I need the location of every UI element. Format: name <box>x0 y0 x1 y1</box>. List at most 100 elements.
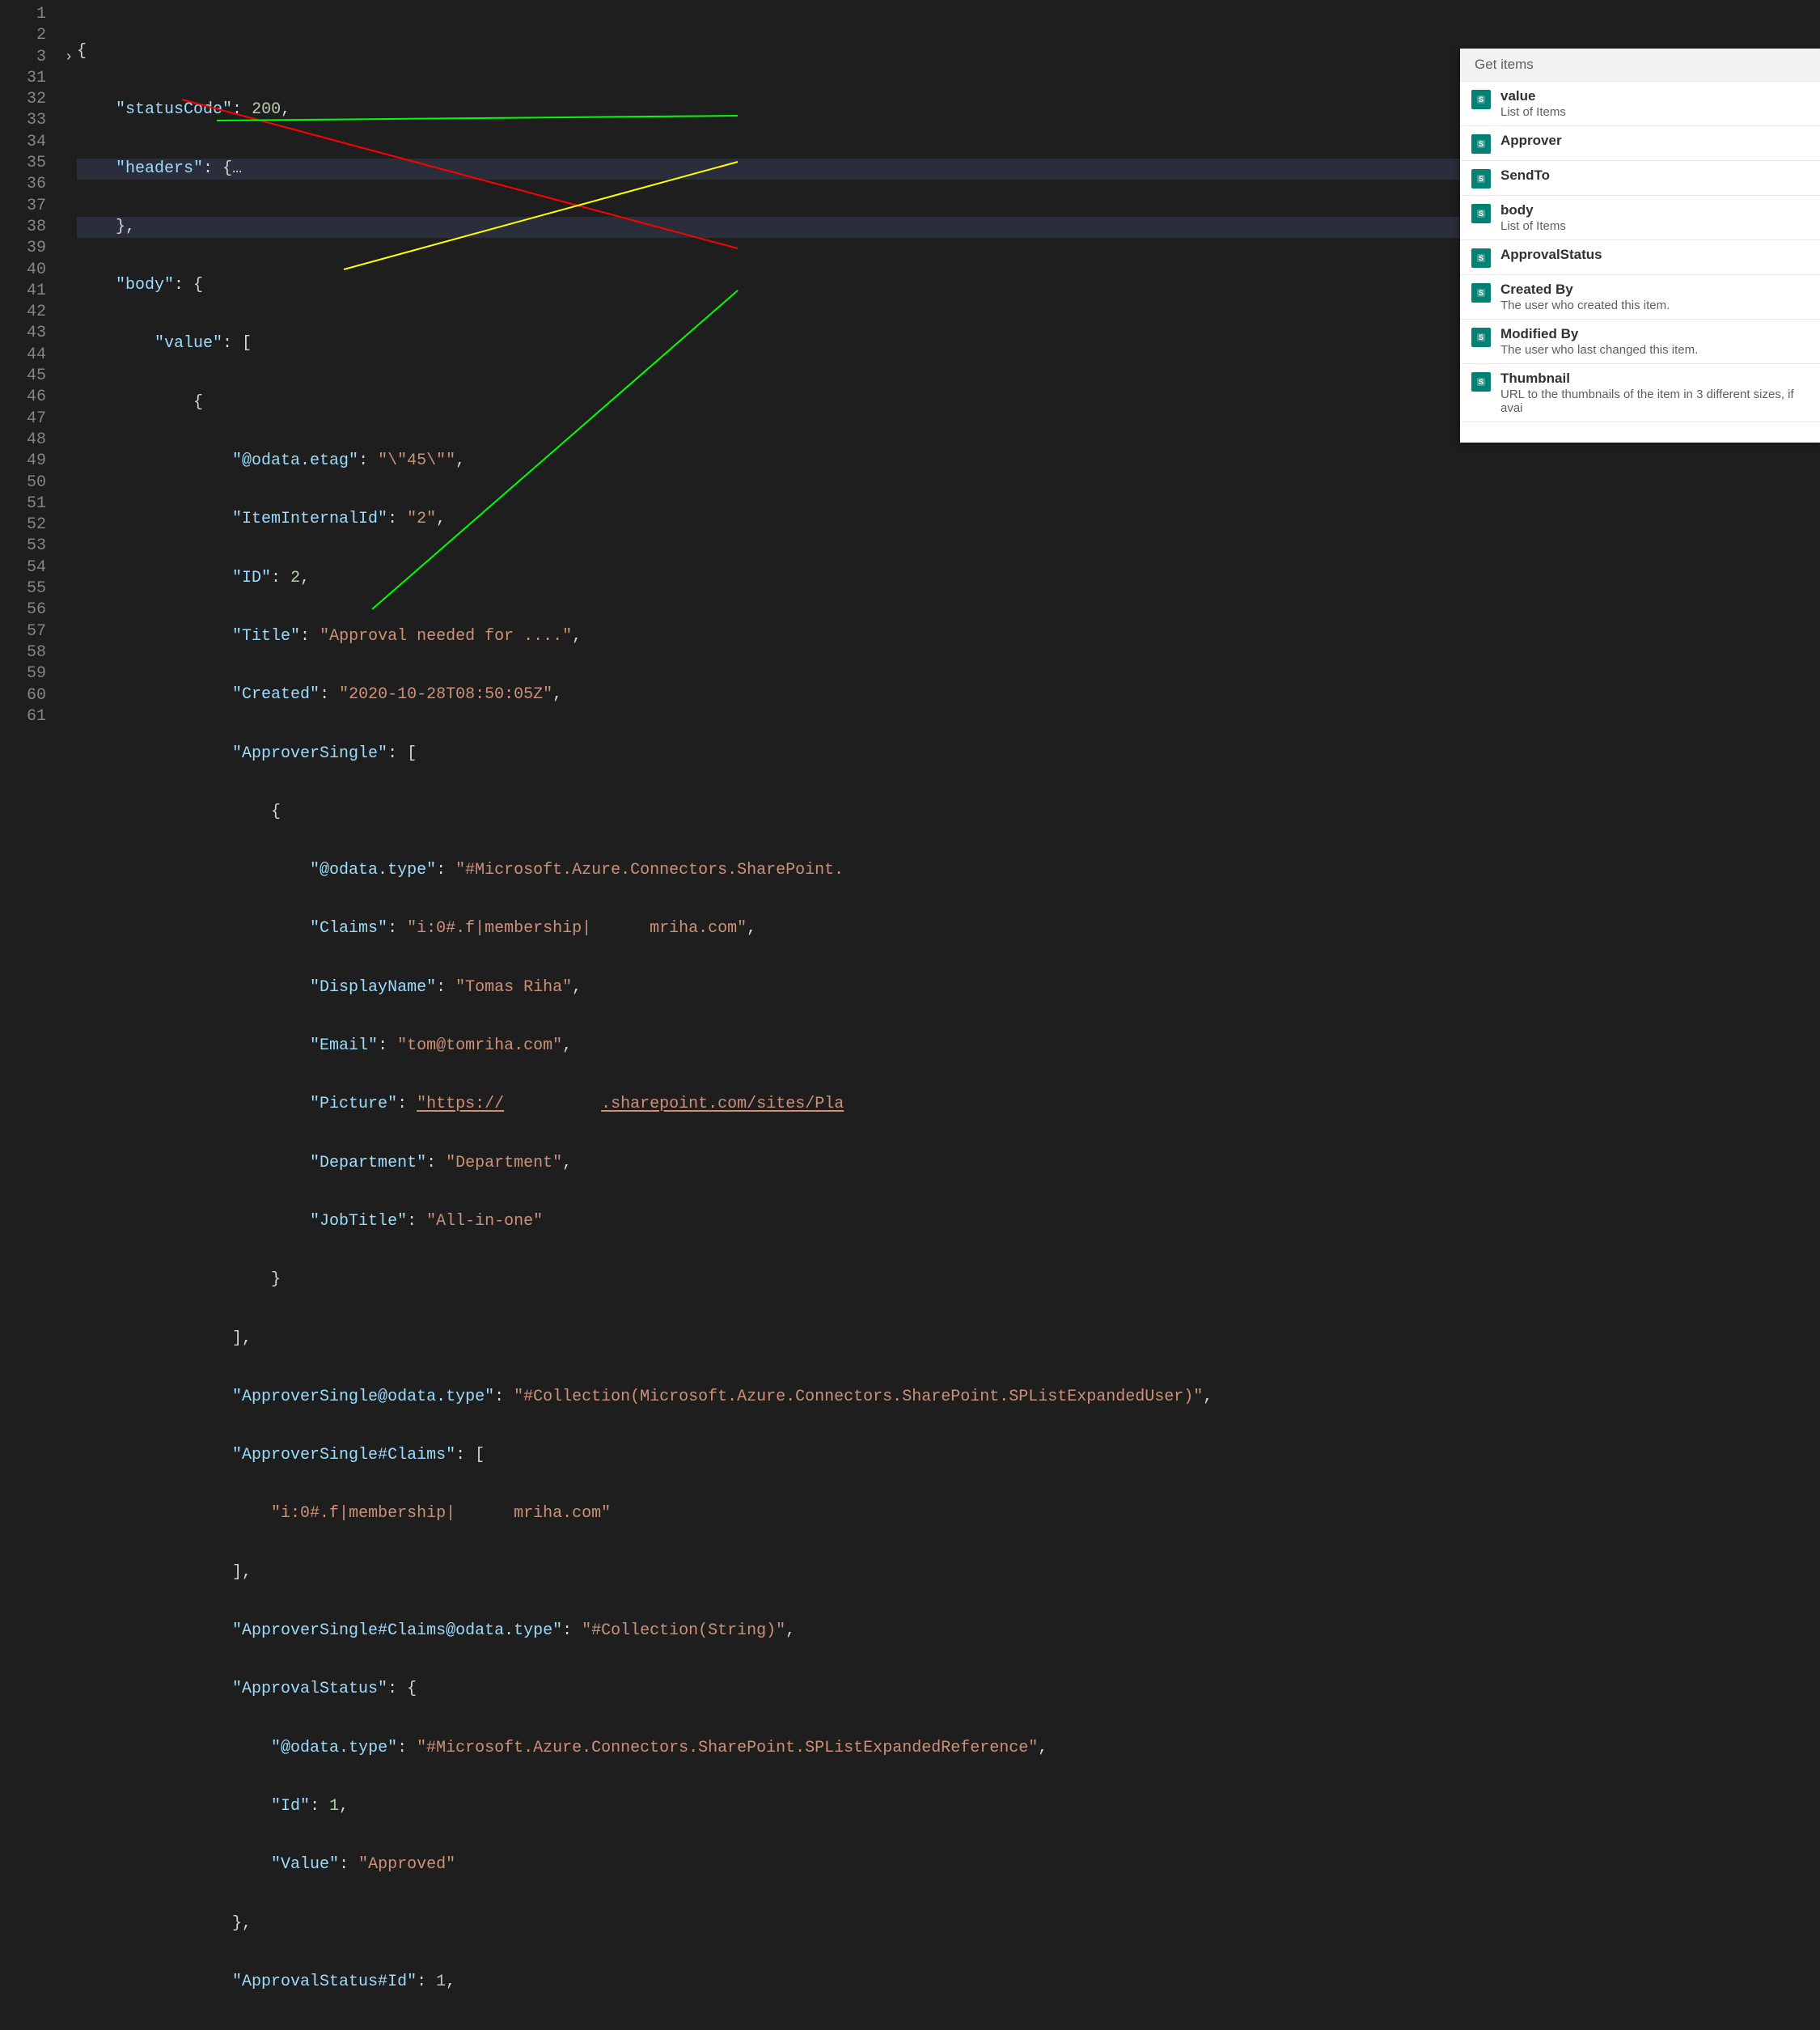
panel-list[interactable]: value List of Items Approver SendTo body… <box>1460 82 1820 422</box>
folded-indicator[interactable]: {… <box>222 159 242 178</box>
code-text: "Claims" <box>310 919 387 938</box>
line-number: 45 <box>0 366 46 387</box>
code-text: "\"45\"" <box>378 451 455 470</box>
line-number: 33 <box>0 110 46 131</box>
code-text: "#Collection(String)" <box>582 1621 785 1640</box>
line-number: 32 <box>0 89 46 110</box>
code-text: "Title" <box>232 627 300 646</box>
panel-item-subtitle: The user who created this item. <box>1500 299 1809 312</box>
line-number: 43 <box>0 323 46 344</box>
panel-item-title: value <box>1500 88 1809 104</box>
panel-header: Get items <box>1460 49 1820 82</box>
code-text: "Tomas Riha" <box>455 978 572 997</box>
line-number: 53 <box>0 536 46 557</box>
line-number: 48 <box>0 430 46 451</box>
code-text: "JobTitle" <box>310 1212 407 1231</box>
code-text: "ItemInternalId" <box>232 510 387 528</box>
sharepoint-icon <box>1471 372 1491 392</box>
code-text: "Picture" <box>310 1095 397 1113</box>
code-text: "Value" <box>271 1855 339 1874</box>
panel-item-sendto[interactable]: SendTo <box>1460 161 1820 196</box>
sharepoint-icon <box>1471 328 1491 347</box>
code-text: "#Microsoft.Azure.Connectors.SharePoint. <box>455 861 844 879</box>
fold-toggle-icon[interactable]: › <box>61 47 77 68</box>
line-number: 44 <box>0 345 46 366</box>
code-text: "statusCode" <box>116 100 232 119</box>
line-number: 50 <box>0 473 46 494</box>
code-text: "Department" <box>310 1154 426 1172</box>
code-link[interactable]: .sharepoint.com/sites/Pla <box>601 1095 844 1113</box>
line-number: 37 <box>0 196 46 217</box>
code-text: "2" <box>407 510 436 528</box>
code-text: "DisplayName" <box>310 978 436 997</box>
code-text: "ApproverSingle#Claims@odata.type" <box>232 1621 562 1640</box>
code-text: "i:0#.f|membership| mriha.com" <box>407 919 747 938</box>
code-text: "ApproverSingle" <box>232 744 387 763</box>
code-text: "Approved" <box>358 1855 455 1874</box>
panel-item-value[interactable]: value List of Items <box>1460 82 1820 126</box>
code-link[interactable]: "https:// <box>417 1095 504 1113</box>
line-number: 61 <box>0 706 46 727</box>
code-text: "value" <box>154 334 222 353</box>
line-number: 34 <box>0 132 46 153</box>
panel-item-body[interactable]: body List of Items <box>1460 196 1820 240</box>
panel-item-title: SendTo <box>1500 167 1809 184</box>
code-text: "headers" <box>116 159 203 178</box>
line-number: 49 <box>0 451 46 472</box>
code-text: "Department" <box>446 1154 562 1172</box>
line-number: 60 <box>0 685 46 706</box>
line-number-gutter: 1 2 3 31 32 33 34 35 36 37 38 39 40 41 4… <box>0 0 61 1191</box>
code-text: { <box>77 42 87 61</box>
code-text: "tom@tomriha.com" <box>397 1036 562 1055</box>
line-number: 54 <box>0 557 46 578</box>
code-text: "Created" <box>232 685 320 704</box>
code-text: 1 <box>329 1797 339 1816</box>
dynamic-content-panel[interactable]: Get items value List of Items Approver S… <box>1460 49 1820 443</box>
code-text: "#Microsoft.Azure.Connectors.SharePoint.… <box>417 1739 1038 1757</box>
sharepoint-icon <box>1471 283 1491 303</box>
line-number: 31 <box>0 68 46 89</box>
code-text: 200 <box>252 100 281 119</box>
panel-item-createdby[interactable]: Created By The user who created this ite… <box>1460 275 1820 320</box>
code-text: "ApprovalStatus" <box>232 1680 387 1698</box>
panel-item-title: body <box>1500 202 1809 218</box>
line-number: 55 <box>0 578 46 600</box>
panel-item-approvalstatus[interactable]: ApprovalStatus <box>1460 240 1820 275</box>
panel-item-thumbnail[interactable]: Thumbnail URL to the thumbnails of the i… <box>1460 364 1820 422</box>
code-text: "Id" <box>271 1797 310 1816</box>
line-number: 46 <box>0 387 46 408</box>
code-text: "@odata.type" <box>310 861 436 879</box>
line-number: 39 <box>0 238 46 259</box>
line-number: 3 <box>0 47 46 68</box>
code-text: 1 <box>436 1973 446 1991</box>
panel-item-subtitle: The user who last changed this item. <box>1500 343 1809 357</box>
code-text: "body" <box>116 276 174 295</box>
line-number: 57 <box>0 621 46 642</box>
panel-item-subtitle: List of Items <box>1500 105 1809 119</box>
code-text: "@odata.etag" <box>232 451 358 470</box>
panel-item-title: Modified By <box>1500 326 1809 342</box>
panel-item-title: Approver <box>1500 133 1809 149</box>
line-number: 35 <box>0 153 46 174</box>
line-number: 2 <box>0 25 46 46</box>
sharepoint-icon <box>1471 204 1491 223</box>
panel-item-approver[interactable]: Approver <box>1460 126 1820 161</box>
line-number: 52 <box>0 515 46 536</box>
line-number: 58 <box>0 642 46 663</box>
sharepoint-icon <box>1471 248 1491 268</box>
sharepoint-icon <box>1471 90 1491 109</box>
code-text: "i:0#.f|membership| mriha.com" <box>271 1504 611 1523</box>
line-number: 56 <box>0 600 46 621</box>
panel-item-modifiedby[interactable]: Modified By The user who last changed th… <box>1460 320 1820 364</box>
code-text: "Approval needed for ...." <box>320 627 572 646</box>
code-text: "All-in-one" <box>426 1212 543 1231</box>
line-number: 41 <box>0 281 46 302</box>
line-number: 1 <box>0 4 46 25</box>
line-number: 51 <box>0 494 46 515</box>
code-text: "#Collection(Microsoft.Azure.Connectors.… <box>514 1388 1203 1406</box>
sharepoint-icon <box>1471 134 1491 154</box>
code-text: "ApproverSingle#Claims" <box>232 1446 455 1464</box>
line-number: 38 <box>0 217 46 238</box>
code-text: "Email" <box>310 1036 378 1055</box>
line-number: 40 <box>0 260 46 281</box>
